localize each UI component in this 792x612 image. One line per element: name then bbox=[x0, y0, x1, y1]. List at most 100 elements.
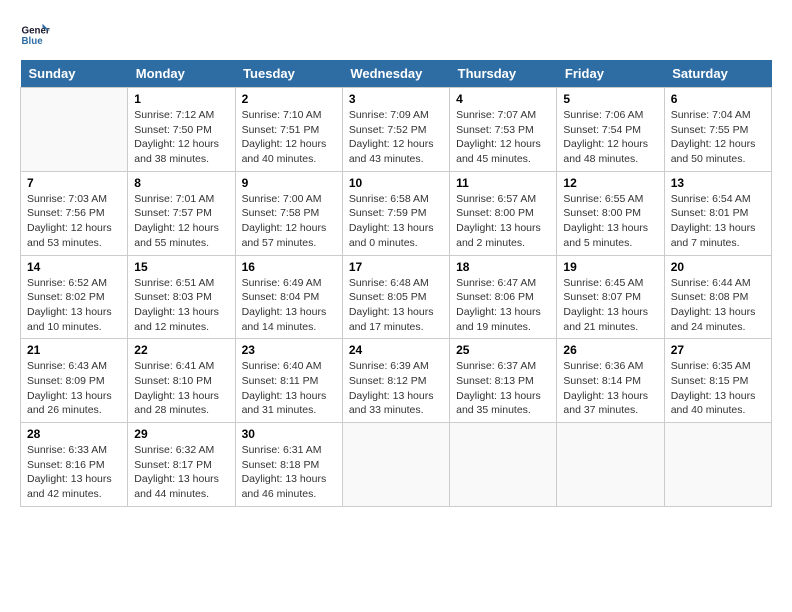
day-info: Sunrise: 7:01 AM Sunset: 7:57 PM Dayligh… bbox=[134, 192, 228, 251]
day-number: 25 bbox=[456, 343, 550, 357]
day-number: 27 bbox=[671, 343, 765, 357]
day-info: Sunrise: 7:12 AM Sunset: 7:50 PM Dayligh… bbox=[134, 108, 228, 167]
calendar-cell: 12 Sunrise: 6:55 AM Sunset: 8:00 PM Dayli… bbox=[557, 171, 664, 255]
day-info: Sunrise: 6:39 AM Sunset: 8:12 PM Dayligh… bbox=[349, 359, 443, 418]
day-number: 26 bbox=[563, 343, 657, 357]
day-info: Sunrise: 6:43 AM Sunset: 8:09 PM Dayligh… bbox=[27, 359, 121, 418]
day-number: 12 bbox=[563, 176, 657, 190]
day-number: 5 bbox=[563, 92, 657, 106]
day-info: Sunrise: 6:48 AM Sunset: 8:05 PM Dayligh… bbox=[349, 276, 443, 335]
calendar-cell: 13 Sunrise: 6:54 AM Sunset: 8:01 PM Dayli… bbox=[664, 171, 771, 255]
day-number: 29 bbox=[134, 427, 228, 441]
calendar-cell: 19 Sunrise: 6:45 AM Sunset: 8:07 PM Dayli… bbox=[557, 255, 664, 339]
day-number: 4 bbox=[456, 92, 550, 106]
weekday-header-monday: Monday bbox=[128, 60, 235, 88]
calendar-cell: 16 Sunrise: 6:49 AM Sunset: 8:04 PM Dayli… bbox=[235, 255, 342, 339]
svg-text:Blue: Blue bbox=[22, 36, 44, 47]
calendar-cell bbox=[664, 423, 771, 507]
calendar-cell: 15 Sunrise: 6:51 AM Sunset: 8:03 PM Dayli… bbox=[128, 255, 235, 339]
calendar-cell: 4 Sunrise: 7:07 AM Sunset: 7:53 PM Daylig… bbox=[450, 88, 557, 172]
day-number: 30 bbox=[242, 427, 336, 441]
day-info: Sunrise: 6:51 AM Sunset: 8:03 PM Dayligh… bbox=[134, 276, 228, 335]
day-number: 2 bbox=[242, 92, 336, 106]
calendar-cell bbox=[557, 423, 664, 507]
calendar-week-row: 7Sunrise: 7:03 AM Sunset: 7:56 PM Daylig… bbox=[21, 171, 772, 255]
weekday-header-row: SundayMondayTuesdayWednesdayThursdayFrid… bbox=[21, 60, 772, 88]
weekday-header-tuesday: Tuesday bbox=[235, 60, 342, 88]
calendar-cell: 11Sunrise: 6:57 AM Sunset: 8:00 PM Dayli… bbox=[450, 171, 557, 255]
calendar-cell: 25 Sunrise: 6:37 AM Sunset: 8:13 PM Dayli… bbox=[450, 339, 557, 423]
day-number: 9 bbox=[242, 176, 336, 190]
calendar-cell: 5 Sunrise: 7:06 AM Sunset: 7:54 PM Daylig… bbox=[557, 88, 664, 172]
day-number: 19 bbox=[563, 260, 657, 274]
calendar-cell bbox=[342, 423, 449, 507]
weekday-header-thursday: Thursday bbox=[450, 60, 557, 88]
day-number: 8 bbox=[134, 176, 228, 190]
day-info: Sunrise: 6:36 AM Sunset: 8:14 PM Dayligh… bbox=[563, 359, 657, 418]
day-info: Sunrise: 6:31 AM Sunset: 8:18 PM Dayligh… bbox=[242, 443, 336, 502]
day-info: Sunrise: 7:00 AM Sunset: 7:58 PM Dayligh… bbox=[242, 192, 336, 251]
calendar-cell bbox=[21, 88, 128, 172]
calendar-cell: 2 Sunrise: 7:10 AM Sunset: 7:51 PM Daylig… bbox=[235, 88, 342, 172]
calendar-cell: 27 Sunrise: 6:35 AM Sunset: 8:15 PM Dayli… bbox=[664, 339, 771, 423]
calendar-cell: 21Sunrise: 6:43 AM Sunset: 8:09 PM Dayli… bbox=[21, 339, 128, 423]
day-info: Sunrise: 7:07 AM Sunset: 7:53 PM Dayligh… bbox=[456, 108, 550, 167]
calendar-week-row: 1Sunrise: 7:12 AM Sunset: 7:50 PM Daylig… bbox=[21, 88, 772, 172]
day-number: 15 bbox=[134, 260, 228, 274]
day-info: Sunrise: 7:06 AM Sunset: 7:54 PM Dayligh… bbox=[563, 108, 657, 167]
calendar-cell: 1Sunrise: 7:12 AM Sunset: 7:50 PM Daylig… bbox=[128, 88, 235, 172]
day-number: 7 bbox=[27, 176, 121, 190]
day-number: 3 bbox=[349, 92, 443, 106]
day-number: 6 bbox=[671, 92, 765, 106]
calendar-cell: 7Sunrise: 7:03 AM Sunset: 7:56 PM Daylig… bbox=[21, 171, 128, 255]
weekday-header-friday: Friday bbox=[557, 60, 664, 88]
day-info: Sunrise: 6:45 AM Sunset: 8:07 PM Dayligh… bbox=[563, 276, 657, 335]
calendar-cell: 22Sunrise: 6:41 AM Sunset: 8:10 PM Dayli… bbox=[128, 339, 235, 423]
calendar-cell: 20Sunrise: 6:44 AM Sunset: 8:08 PM Dayli… bbox=[664, 255, 771, 339]
calendar-cell: 6 Sunrise: 7:04 AM Sunset: 7:55 PM Daylig… bbox=[664, 88, 771, 172]
day-number: 14 bbox=[27, 260, 121, 274]
calendar-cell: 29 Sunrise: 6:32 AM Sunset: 8:17 PM Dayli… bbox=[128, 423, 235, 507]
day-number: 20 bbox=[671, 260, 765, 274]
day-info: Sunrise: 6:55 AM Sunset: 8:00 PM Dayligh… bbox=[563, 192, 657, 251]
calendar-week-row: 21Sunrise: 6:43 AM Sunset: 8:09 PM Dayli… bbox=[21, 339, 772, 423]
logo-icon: General Blue bbox=[20, 20, 50, 50]
logo: General Blue bbox=[20, 20, 50, 50]
day-info: Sunrise: 7:09 AM Sunset: 7:52 PM Dayligh… bbox=[349, 108, 443, 167]
weekday-header-saturday: Saturday bbox=[664, 60, 771, 88]
day-info: Sunrise: 6:37 AM Sunset: 8:13 PM Dayligh… bbox=[456, 359, 550, 418]
day-info: Sunrise: 6:52 AM Sunset: 8:02 PM Dayligh… bbox=[27, 276, 121, 335]
day-info: Sunrise: 6:33 AM Sunset: 8:16 PM Dayligh… bbox=[27, 443, 121, 502]
calendar-cell: 17 Sunrise: 6:48 AM Sunset: 8:05 PM Dayli… bbox=[342, 255, 449, 339]
day-info: Sunrise: 6:32 AM Sunset: 8:17 PM Dayligh… bbox=[134, 443, 228, 502]
calendar-week-row: 14 Sunrise: 6:52 AM Sunset: 8:02 PM Dayli… bbox=[21, 255, 772, 339]
day-info: Sunrise: 7:10 AM Sunset: 7:51 PM Dayligh… bbox=[242, 108, 336, 167]
day-number: 18 bbox=[456, 260, 550, 274]
day-number: 22 bbox=[134, 343, 228, 357]
day-number: 28 bbox=[27, 427, 121, 441]
calendar-table: SundayMondayTuesdayWednesdayThursdayFrid… bbox=[20, 60, 772, 507]
day-info: Sunrise: 6:49 AM Sunset: 8:04 PM Dayligh… bbox=[242, 276, 336, 335]
calendar-cell: 23Sunrise: 6:40 AM Sunset: 8:11 PM Dayli… bbox=[235, 339, 342, 423]
calendar-cell: 8 Sunrise: 7:01 AM Sunset: 7:57 PM Daylig… bbox=[128, 171, 235, 255]
day-info: Sunrise: 6:35 AM Sunset: 8:15 PM Dayligh… bbox=[671, 359, 765, 418]
calendar-cell: 10Sunrise: 6:58 AM Sunset: 7:59 PM Dayli… bbox=[342, 171, 449, 255]
day-number: 23 bbox=[242, 343, 336, 357]
calendar-cell bbox=[450, 423, 557, 507]
day-number: 24 bbox=[349, 343, 443, 357]
day-number: 17 bbox=[349, 260, 443, 274]
calendar-cell: 18Sunrise: 6:47 AM Sunset: 8:06 PM Dayli… bbox=[450, 255, 557, 339]
weekday-header-wednesday: Wednesday bbox=[342, 60, 449, 88]
day-number: 11 bbox=[456, 176, 550, 190]
calendar-week-row: 28 Sunrise: 6:33 AM Sunset: 8:16 PM Dayli… bbox=[21, 423, 772, 507]
calendar-cell: 9 Sunrise: 7:00 AM Sunset: 7:58 PM Daylig… bbox=[235, 171, 342, 255]
calendar-cell: 14 Sunrise: 6:52 AM Sunset: 8:02 PM Dayli… bbox=[21, 255, 128, 339]
day-number: 10 bbox=[349, 176, 443, 190]
header: General Blue bbox=[20, 20, 772, 50]
calendar-cell: 24 Sunrise: 6:39 AM Sunset: 8:12 PM Dayli… bbox=[342, 339, 449, 423]
day-number: 16 bbox=[242, 260, 336, 274]
day-number: 13 bbox=[671, 176, 765, 190]
day-info: Sunrise: 6:54 AM Sunset: 8:01 PM Dayligh… bbox=[671, 192, 765, 251]
calendar-cell: 3 Sunrise: 7:09 AM Sunset: 7:52 PM Daylig… bbox=[342, 88, 449, 172]
day-info: Sunrise: 7:04 AM Sunset: 7:55 PM Dayligh… bbox=[671, 108, 765, 167]
